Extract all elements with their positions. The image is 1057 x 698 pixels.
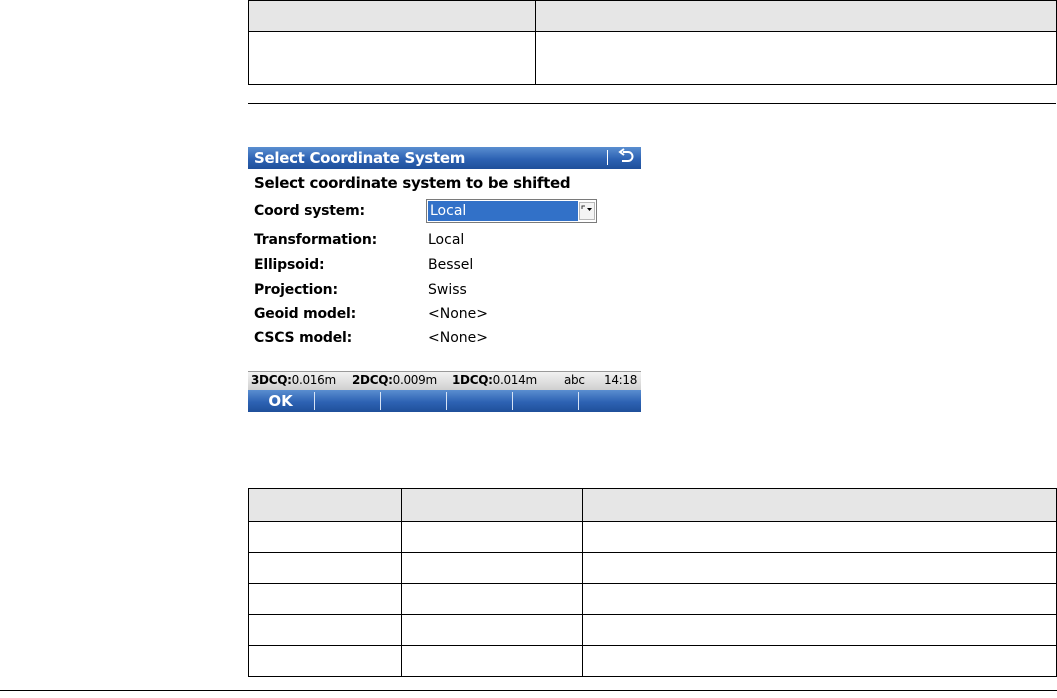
table-header-cell [582,488,1057,522]
bottom-description-table [248,488,1057,677]
table-cell [401,583,583,615]
return-arrow-icon[interactable] [616,147,636,167]
quality-1d: 1DCQ:0.014m [452,373,537,387]
table-cell [248,521,402,553]
table-header-cell [535,0,1057,32]
table-cell [582,552,1057,584]
ellipsoid-label: Ellipsoid: [254,257,325,273]
table-header-cell [248,0,536,32]
table-cell [248,614,402,646]
screen-subtitle: Select coordinate system to be shifted [254,174,571,192]
projection-label: Projection: [254,282,338,298]
table-cell [401,614,583,646]
input-mode: abc [564,373,585,387]
table-cell [248,645,402,677]
table-header-row [248,488,1057,522]
table-cell [248,31,536,85]
coord-system-value: Local [430,203,467,219]
ellipsoid-value: Bessel [428,257,474,273]
table-row [248,31,1057,85]
coord-system-select[interactable]: Local [426,199,597,223]
title-bar: Select Coordinate System [248,147,641,169]
transformation-value: Local [428,232,465,248]
cscs-model-value: <None> [428,330,488,346]
projection-value: Swiss [428,282,467,298]
table-cell [582,645,1057,677]
quality-2d: 2DCQ:0.009m [352,373,437,387]
fkey-5[interactable] [513,390,578,412]
function-key-bar: OK [248,390,641,412]
table-header-cell [401,488,583,522]
clock: 14:18 [604,373,638,387]
dropdown-icon[interactable] [579,202,595,220]
footer-divider [0,690,1057,691]
fkey-6[interactable] [579,390,644,412]
table-row [248,552,1057,584]
table-cell [248,552,402,584]
table-row [248,521,1057,553]
table-cell [582,521,1057,553]
table-cell [401,645,583,677]
transformation-label: Transformation: [254,232,377,248]
title-separator [607,150,608,165]
coord-system-label: Coord system: [254,203,365,219]
table-cell [248,583,402,615]
status-bar: 3DCQ:0.016m 2DCQ:0.009m 1DCQ:0.014m abc … [248,371,641,390]
table-cell [401,521,583,553]
table-row [248,583,1057,615]
table-cell [401,552,583,584]
table-header-cell [248,488,402,522]
table-cell [582,583,1057,615]
quality-3d: 3DCQ:0.016m [251,373,336,387]
geoid-model-label: Geoid model: [254,306,357,322]
table-row [248,645,1057,677]
table-header-row [248,0,1057,32]
coord-system-selected: Local [428,201,578,221]
table-cell [582,614,1057,646]
table-cell [535,31,1057,85]
fkey-3[interactable] [381,390,446,412]
fkey-2[interactable] [315,390,380,412]
fkey-ok[interactable]: OK [248,390,313,412]
top-description-table [248,0,1057,85]
fkey-4[interactable] [447,390,512,412]
table-row [248,614,1057,646]
cscs-model-label: CSCS model: [254,330,353,346]
device-screen: Select Coordinate System Select coordina… [248,147,641,412]
section-divider [248,103,1056,104]
screen-title: Select Coordinate System [254,149,466,167]
geoid-model-value: <None> [428,306,488,322]
